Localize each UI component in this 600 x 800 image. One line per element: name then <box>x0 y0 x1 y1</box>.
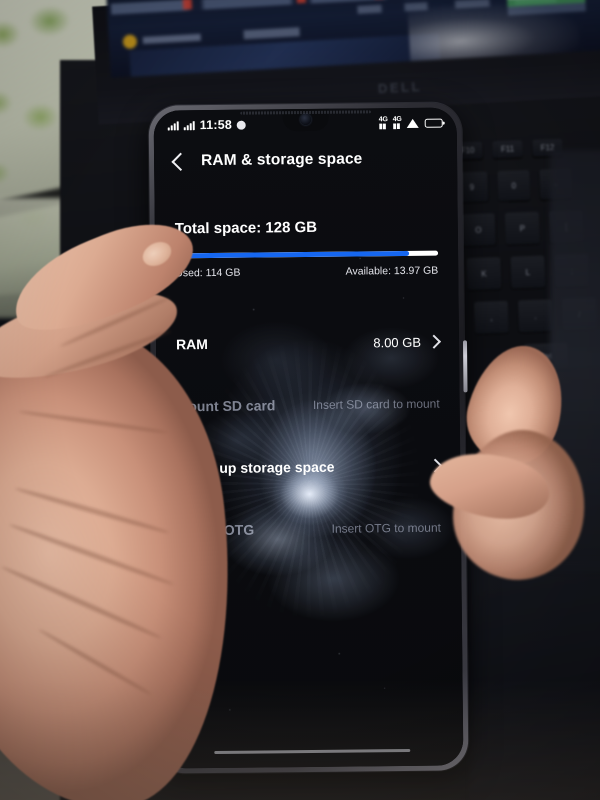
key-comma: , <box>473 300 509 334</box>
laptop-deck-right <box>470 560 600 800</box>
row-mount-sd-card[interactable]: Mount SD card Insert SD card to mount <box>176 373 440 438</box>
key-label: . <box>534 311 537 321</box>
home-gesture-indicator[interactable] <box>213 748 410 755</box>
storage-legend: Used: 114 GB Available: 13.97 GB <box>175 265 438 280</box>
battery-icon <box>424 118 443 128</box>
key-label: K <box>481 269 487 279</box>
row-clean-up-storage-space[interactable]: Clean up storage space <box>177 435 443 500</box>
dot-icon <box>236 120 247 130</box>
phone-device: 11:58 4G ▮▮ 4G ▮▮ RAM & storage space To… <box>148 102 469 774</box>
mobile-data-icon-2: 4G ▮▮ <box>392 116 402 131</box>
row-label: Clean up storage space <box>177 458 335 477</box>
page-title: RAM & storage space <box>201 150 363 170</box>
key-label: F10 <box>460 145 475 156</box>
key-label: O <box>475 225 482 235</box>
available-space-label: Available: 13.97 GB <box>345 264 439 278</box>
status-bar-left: 11:58 <box>167 117 247 133</box>
total-space-label: Total space: 128 GB <box>174 218 318 238</box>
row-ram[interactable]: RAM 8.00 GB <box>175 311 442 376</box>
row-right: Insert SD card to mount <box>313 397 440 412</box>
row-right: Insert OTG to mount <box>332 521 442 536</box>
signal-bars-icon <box>167 120 179 130</box>
key-label: 9 <box>469 182 475 192</box>
mobile-data-icon-1: 4G ▮▮ <box>378 116 388 131</box>
settings-rows: RAM 8.00 GB Mount SD card Insert SD card… <box>175 311 443 562</box>
phone-screen: 11:58 4G ▮▮ 4G ▮▮ RAM & storage space To… <box>153 107 464 769</box>
key-p: P <box>504 211 540 245</box>
background-wall-right <box>550 150 600 570</box>
power-button[interactable] <box>462 340 468 393</box>
chevron-right-icon <box>426 334 442 349</box>
row-label: Mount OTG <box>177 521 255 539</box>
front-camera-icon <box>299 113 311 126</box>
key-f11: F11 <box>492 140 523 159</box>
signal-bars-icon-2 <box>183 120 195 130</box>
row-label: RAM <box>175 336 208 353</box>
key-o: O <box>460 213 496 247</box>
key-label: L <box>525 267 531 277</box>
photo-scene: DELL F10 F11 F12 9 0 - O P [ K L ; , . /… <box>0 0 600 800</box>
storage-content: Total space: 128 GB Used: 114 GB Availab… <box>155 217 462 561</box>
storage-progress-fill <box>175 250 410 259</box>
row-value: Insert SD card to mount <box>312 396 440 412</box>
key-label: F11 <box>500 144 515 154</box>
row-value: Insert OTG to mount <box>331 520 442 536</box>
wifi-icon <box>407 118 420 128</box>
key-label: P <box>519 223 526 233</box>
status-bar-clock: 11:58 <box>199 117 233 133</box>
back-chevron-icon[interactable] <box>171 152 190 171</box>
status-bar-right: 4G ▮▮ 4G ▮▮ <box>378 116 443 131</box>
key-label: , <box>490 312 493 322</box>
phone-bezel: 11:58 4G ▮▮ 4G ▮▮ RAM & storage space To… <box>153 107 464 769</box>
row-right <box>428 458 443 473</box>
laptop-screen-tag <box>182 0 193 10</box>
laptop-screen-avatar <box>122 34 138 50</box>
dell-logo: DELL <box>377 78 423 97</box>
storage-progress-bar <box>175 250 439 259</box>
laptop-screen-subscribe-button <box>243 27 300 40</box>
app-header: RAM & storage space <box>154 149 457 171</box>
key-0: 0 <box>497 169 531 202</box>
row-value: 8.00 GB <box>373 334 422 350</box>
key-label: 0 <box>511 180 517 191</box>
used-space-label: Used: 114 GB <box>175 266 241 280</box>
key-k: K <box>466 257 502 291</box>
row-mount-otg[interactable]: Mount OTG Insert OTG to mount <box>178 497 442 562</box>
chevron-right-icon <box>428 458 443 473</box>
key-l: L <box>510 255 546 289</box>
row-label: Mount SD card <box>176 397 276 415</box>
laptop-screen-channel-name <box>142 33 201 44</box>
key-period: . <box>517 299 553 333</box>
row-right: 8.00 GB <box>373 334 442 350</box>
laptop-screen-tag <box>296 0 307 4</box>
